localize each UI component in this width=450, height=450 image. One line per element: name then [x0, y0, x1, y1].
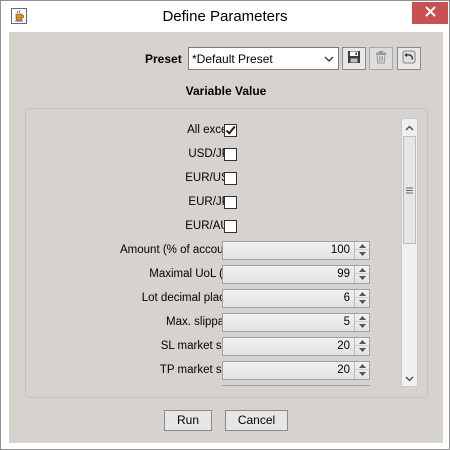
vertical-scrollbar[interactable] [401, 118, 418, 387]
param-row-euraud: EUR/AUD [27, 216, 401, 238]
chevron-down-icon [323, 53, 335, 65]
euraud-checkbox[interactable] [224, 220, 237, 233]
preset-selected-value: *Default Preset [192, 52, 273, 66]
spinner-down-button[interactable] [355, 250, 369, 258]
parameters-scroll-area[interactable]: All except USD/JPY EUR/USD EUR/JPY EUR/A… [27, 110, 401, 386]
save-icon [347, 50, 361, 67]
revert-icon [402, 50, 416, 67]
all-except-checkbox[interactable] [224, 124, 237, 137]
spinner-value: 20 [337, 364, 350, 376]
max-slippage-spinner[interactable]: 5 [222, 313, 370, 332]
scroll-up-button[interactable] [402, 119, 417, 135]
parameters-panel: All except USD/JPY EUR/USD EUR/JPY EUR/A… [25, 108, 428, 398]
dialog-content: Preset *Default Preset Variable Value Al… [9, 32, 443, 443]
param-row-partial [27, 384, 401, 386]
param-row-amount: Amount (% of account) 100 [27, 240, 401, 262]
preset-dropdown[interactable]: *Default Preset [188, 47, 339, 70]
revert-preset-button[interactable] [397, 47, 421, 70]
chevron-down-icon [405, 371, 414, 385]
spinner-value: 5 [343, 316, 350, 328]
param-row-all-except: All except [27, 120, 401, 142]
next-parameter-spinner[interactable] [222, 385, 370, 386]
lot-decimal-places-spinner[interactable]: 6 [222, 289, 370, 308]
spinner-down-button[interactable] [355, 322, 369, 330]
param-row-maximal-uol: Maximal UoL (%) 99 [27, 264, 401, 286]
dialog-window: Define Parameters Preset *Default Preset [0, 0, 450, 450]
param-row-sl-market-shift: SL market shift 20 [27, 336, 401, 358]
spinner-value: 6 [343, 292, 350, 304]
param-row-eurusd: EUR/USD [27, 168, 401, 190]
variable-value-heading: Variable Value [185, 84, 267, 98]
eurjpy-checkbox[interactable] [224, 196, 237, 209]
param-row-usdjpy: USD/JPY [27, 144, 401, 166]
spinner-up-button[interactable] [355, 338, 369, 346]
cancel-button[interactable]: Cancel [225, 410, 288, 431]
delete-icon [374, 50, 388, 67]
window-title: Define Parameters [162, 8, 288, 25]
spinner-up-button[interactable] [355, 242, 369, 250]
scrollbar-thumb[interactable] [403, 136, 416, 244]
save-preset-button[interactable] [342, 47, 366, 70]
spinner-value: 20 [337, 340, 350, 352]
sl-market-shift-spinner[interactable]: 20 [222, 337, 370, 356]
spinner-up-button[interactable] [355, 362, 369, 370]
preset-label: Preset [145, 52, 182, 66]
delete-preset-button[interactable] [369, 47, 393, 70]
spinner-value: 100 [330, 244, 350, 256]
usdjpy-checkbox[interactable] [224, 148, 237, 161]
spinner-up-button[interactable] [355, 290, 369, 298]
spinner-up-button[interactable] [355, 266, 369, 274]
param-row-tp-market-shift: TP market shift 20 [27, 360, 401, 382]
spinner-down-button[interactable] [355, 274, 369, 282]
close-button[interactable] [412, 2, 448, 24]
spinner-down-button[interactable] [355, 370, 369, 378]
param-row-lot-decimal-places: Lot decimal places 6 [27, 288, 401, 310]
run-button[interactable]: Run [164, 410, 212, 431]
spinner-value: 99 [337, 268, 350, 280]
spinner-down-button[interactable] [355, 346, 369, 354]
maximal-uol-spinner[interactable]: 99 [222, 265, 370, 284]
title-bar[interactable]: Define Parameters [2, 2, 448, 32]
tp-market-shift-spinner[interactable]: 20 [222, 361, 370, 380]
spinner-down-button[interactable] [355, 298, 369, 306]
grip-icon [406, 183, 413, 197]
param-label: Amount (% of account) [120, 244, 237, 256]
spinner-up-button[interactable] [355, 314, 369, 322]
chevron-up-icon [405, 120, 414, 134]
close-x-icon [424, 6, 436, 20]
eurusd-checkbox[interactable] [224, 172, 237, 185]
scroll-down-button[interactable] [402, 370, 417, 386]
param-row-eurjpy: EUR/JPY [27, 192, 401, 214]
param-row-max-slippage: Max. slippage 5 [27, 312, 401, 334]
amount-spinner[interactable]: 100 [222, 241, 370, 260]
